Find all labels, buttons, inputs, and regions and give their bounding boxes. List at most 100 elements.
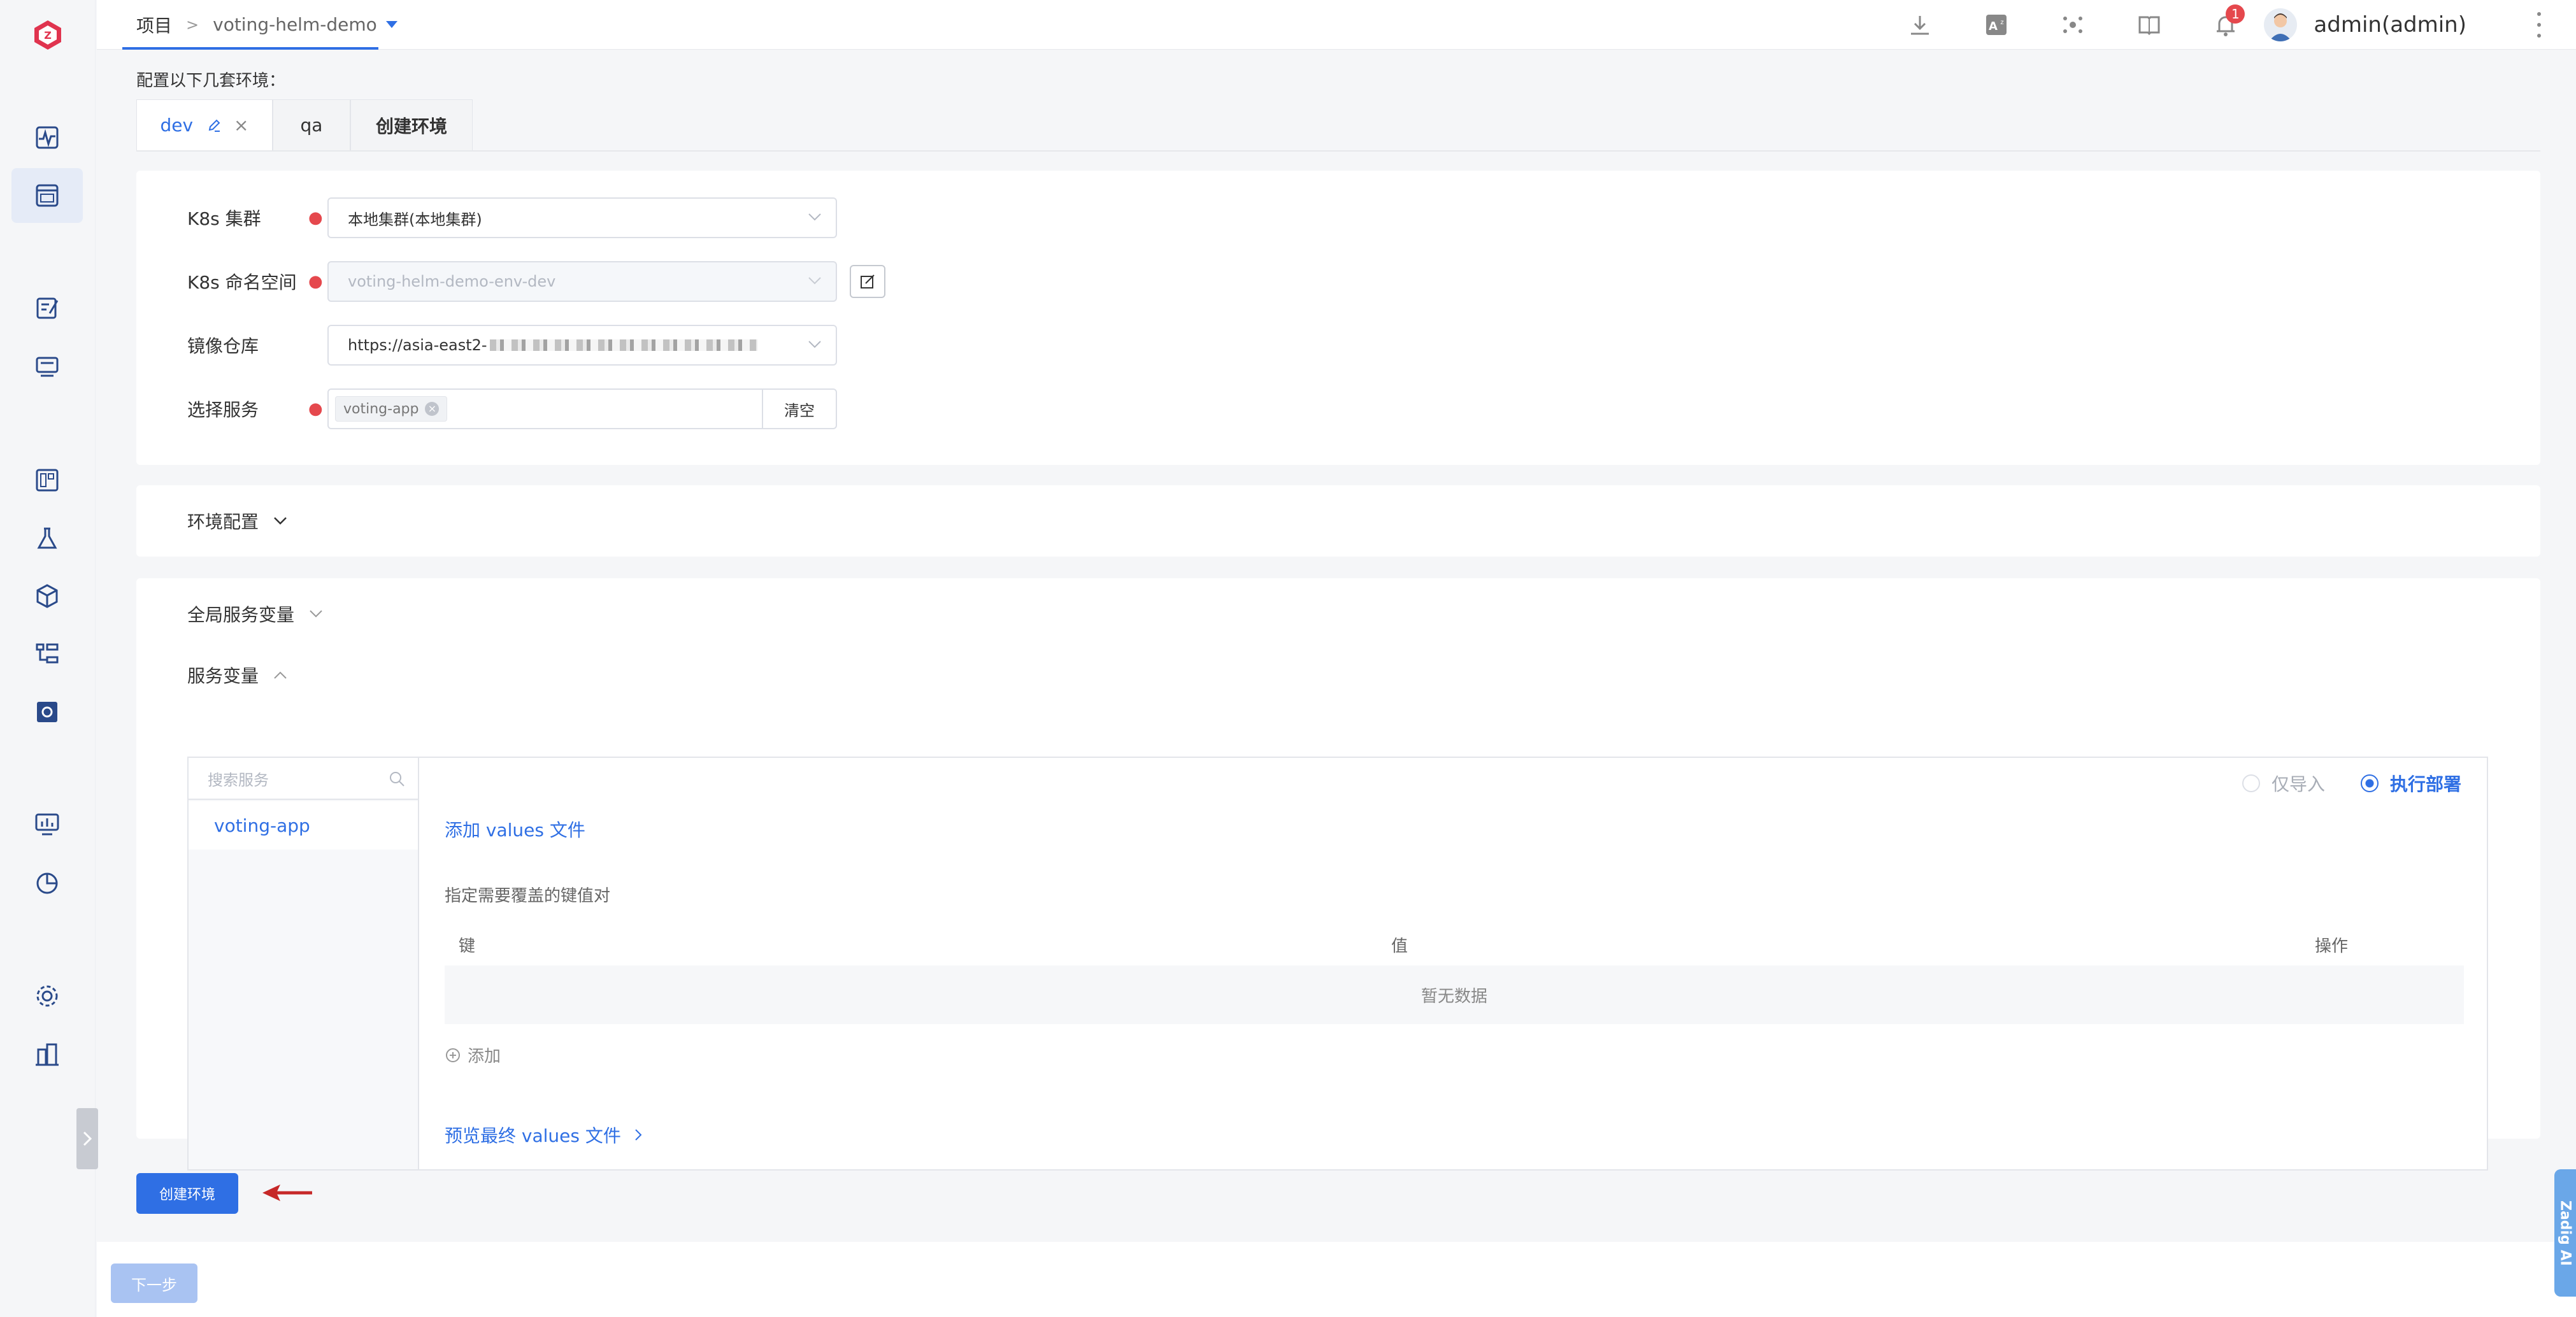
- cluster-row: K8s 集群 ● 本地集群(本地集群): [187, 197, 837, 238]
- tag-close-icon[interactable]: ×: [425, 402, 440, 416]
- service-tag: voting-app ×: [335, 396, 448, 422]
- service-vars-title: 服务变量: [187, 666, 259, 687]
- radio-deploy-label[interactable]: 执行部署: [2390, 771, 2461, 796]
- left-nav-rail: Z: [0, 0, 98, 1317]
- svg-text:z: z: [2001, 19, 2004, 26]
- dashboard-icon[interactable]: [29, 462, 65, 498]
- user-name[interactable]: admin(admin): [2314, 12, 2466, 38]
- service-search-input[interactable]: 搜索服务: [189, 758, 418, 800]
- list-item[interactable]: voting-app: [189, 801, 418, 850]
- edit-namespace-icon[interactable]: [850, 265, 885, 298]
- service-tag-label: voting-app: [343, 401, 419, 417]
- service-row: 选择服务 ● voting-app × 清空: [187, 388, 837, 429]
- tabs-divider: [136, 150, 2540, 152]
- env-config-toggle[interactable]: 环境配置: [187, 508, 288, 534]
- settings-box-icon[interactable]: [29, 694, 65, 730]
- pencil-icon[interactable]: [207, 118, 221, 132]
- edit-note-icon[interactable]: [29, 290, 65, 326]
- caret-down-icon[interactable]: [385, 21, 397, 28]
- plugin-icon[interactable]: [2060, 12, 2086, 38]
- env-config-card: 环境配置: [136, 485, 2540, 557]
- tab-dev[interactable]: dev ×: [136, 99, 273, 150]
- chevron-down-icon: [273, 516, 288, 526]
- chevron-right-icon: [82, 1130, 92, 1147]
- breadcrumb: 项目 > voting-helm-demo: [97, 0, 397, 50]
- chevron-down-icon: [308, 609, 324, 619]
- cluster-label: K8s 集群: [187, 208, 261, 229]
- footer-bar: 下一步: [97, 1242, 2576, 1317]
- close-icon[interactable]: ×: [234, 115, 248, 136]
- env-hint: 配置以下几套环境：: [136, 71, 286, 90]
- namespace-label: K8s 命名空间: [187, 272, 297, 293]
- monitor-chart-icon[interactable]: [29, 806, 65, 842]
- radio-deploy[interactable]: [2360, 774, 2379, 792]
- add-kv-button[interactable]: 添加: [445, 1043, 501, 1067]
- zadig-logo-icon[interactable]: Z: [32, 19, 64, 51]
- radio-import-only: [2242, 774, 2260, 792]
- chevron-down-icon: [808, 213, 822, 222]
- tab-create-env-label: 创建环境: [375, 115, 447, 137]
- cluster-select[interactable]: 本地集群(本地集群): [327, 197, 837, 238]
- bell-icon[interactable]: 1: [2213, 4, 2245, 38]
- pie-chart-icon[interactable]: [29, 865, 65, 901]
- kv-empty-state: 暂无数据: [445, 965, 2464, 1024]
- package-icon[interactable]: [29, 578, 65, 614]
- add-values-file-link[interactable]: 添加 values 文件: [445, 816, 585, 842]
- notification-badge: 1: [2226, 4, 2245, 24]
- collapse-rail-button[interactable]: [76, 1108, 98, 1169]
- download-icon[interactable]: [1907, 12, 1933, 38]
- preview-values-link[interactable]: 预览最终 values 文件: [445, 1122, 643, 1148]
- chevron-down-icon: [808, 340, 822, 349]
- required-mark: ●: [308, 208, 323, 227]
- pulse-icon[interactable]: [29, 120, 65, 155]
- project-board-icon[interactable]: [11, 168, 83, 223]
- radio-import-label: 仅导入: [2271, 774, 2325, 795]
- more-vertical-icon[interactable]: [2537, 12, 2542, 38]
- global-vars-title: 全局服务变量: [187, 604, 295, 625]
- registry-row: 镜像仓库 https://asia-east2-: [187, 325, 837, 366]
- zadig-ai-tab[interactable]: Zadig AI: [2554, 1169, 2576, 1297]
- namespace-row: K8s 命名空间 ● voting-helm-demo-env-dev: [187, 261, 885, 302]
- service-values-panel: 仅导入 执行部署 添加 values 文件 指定需要覆盖的键值对 键 值 操作 …: [418, 757, 2488, 1171]
- translate-icon[interactable]: Az: [1984, 12, 2009, 38]
- breadcrumb-project[interactable]: voting-helm-demo: [213, 14, 377, 35]
- redacted-text: [489, 339, 757, 351]
- tab-qa[interactable]: qa: [273, 99, 350, 150]
- col-value: 值: [1391, 936, 1408, 956]
- breadcrumb-root[interactable]: 项目: [136, 12, 172, 38]
- service-list: 搜索服务 voting-app: [187, 757, 418, 1171]
- docs-book-icon[interactable]: [2136, 12, 2162, 38]
- create-env-button[interactable]: 创建环境: [136, 1173, 238, 1214]
- svg-text:Z: Z: [44, 29, 52, 41]
- clear-button[interactable]: 清空: [762, 390, 836, 428]
- top-bar: 项目 > voting-helm-demo Az 1 admin(admin): [97, 0, 2576, 50]
- env-config-title: 环境配置: [187, 511, 259, 532]
- service-multiselect[interactable]: voting-app × 清空: [327, 388, 837, 429]
- gear-icon[interactable]: [29, 978, 65, 1014]
- chevron-down-icon: [808, 276, 822, 285]
- tab-create-env[interactable]: 创建环境: [350, 99, 473, 150]
- building-icon[interactable]: [29, 1037, 65, 1072]
- variables-card: 全局服务变量 服务变量 搜索服务 voting-app 仅导入 执行部署 添加 …: [136, 578, 2540, 1171]
- workflow-icon[interactable]: [29, 636, 65, 671]
- basic-config-card: K8s 集群 ● 本地集群(本地集群) K8s 命名空间 ● voting-he…: [136, 171, 2540, 465]
- service-search-placeholder: 搜索服务: [208, 771, 269, 789]
- service-vars-toggle[interactable]: 服务变量: [187, 662, 288, 688]
- avatar[interactable]: [2264, 8, 2298, 41]
- registry-label: 镜像仓库: [187, 336, 259, 357]
- tab-dev-label: dev: [160, 115, 194, 136]
- breadcrumb-active-underline: [122, 47, 378, 50]
- registry-select[interactable]: https://asia-east2-: [327, 325, 837, 366]
- col-action: 操作: [2315, 936, 2349, 956]
- svg-text:A: A: [1989, 20, 1998, 33]
- next-step-button[interactable]: 下一步: [111, 1264, 197, 1303]
- arrow-left-icon: [261, 1182, 315, 1204]
- kv-hint: 指定需要覆盖的键值对: [445, 886, 611, 906]
- service-label: 选择服务: [187, 399, 259, 420]
- chevron-up-icon: [273, 670, 288, 680]
- release-icon[interactable]: [29, 349, 65, 385]
- flask-icon[interactable]: [29, 521, 65, 557]
- chevron-right-icon: [634, 1128, 643, 1142]
- env-tabs: dev × qa 创建环境: [136, 99, 473, 150]
- global-vars-toggle[interactable]: 全局服务变量: [187, 601, 324, 627]
